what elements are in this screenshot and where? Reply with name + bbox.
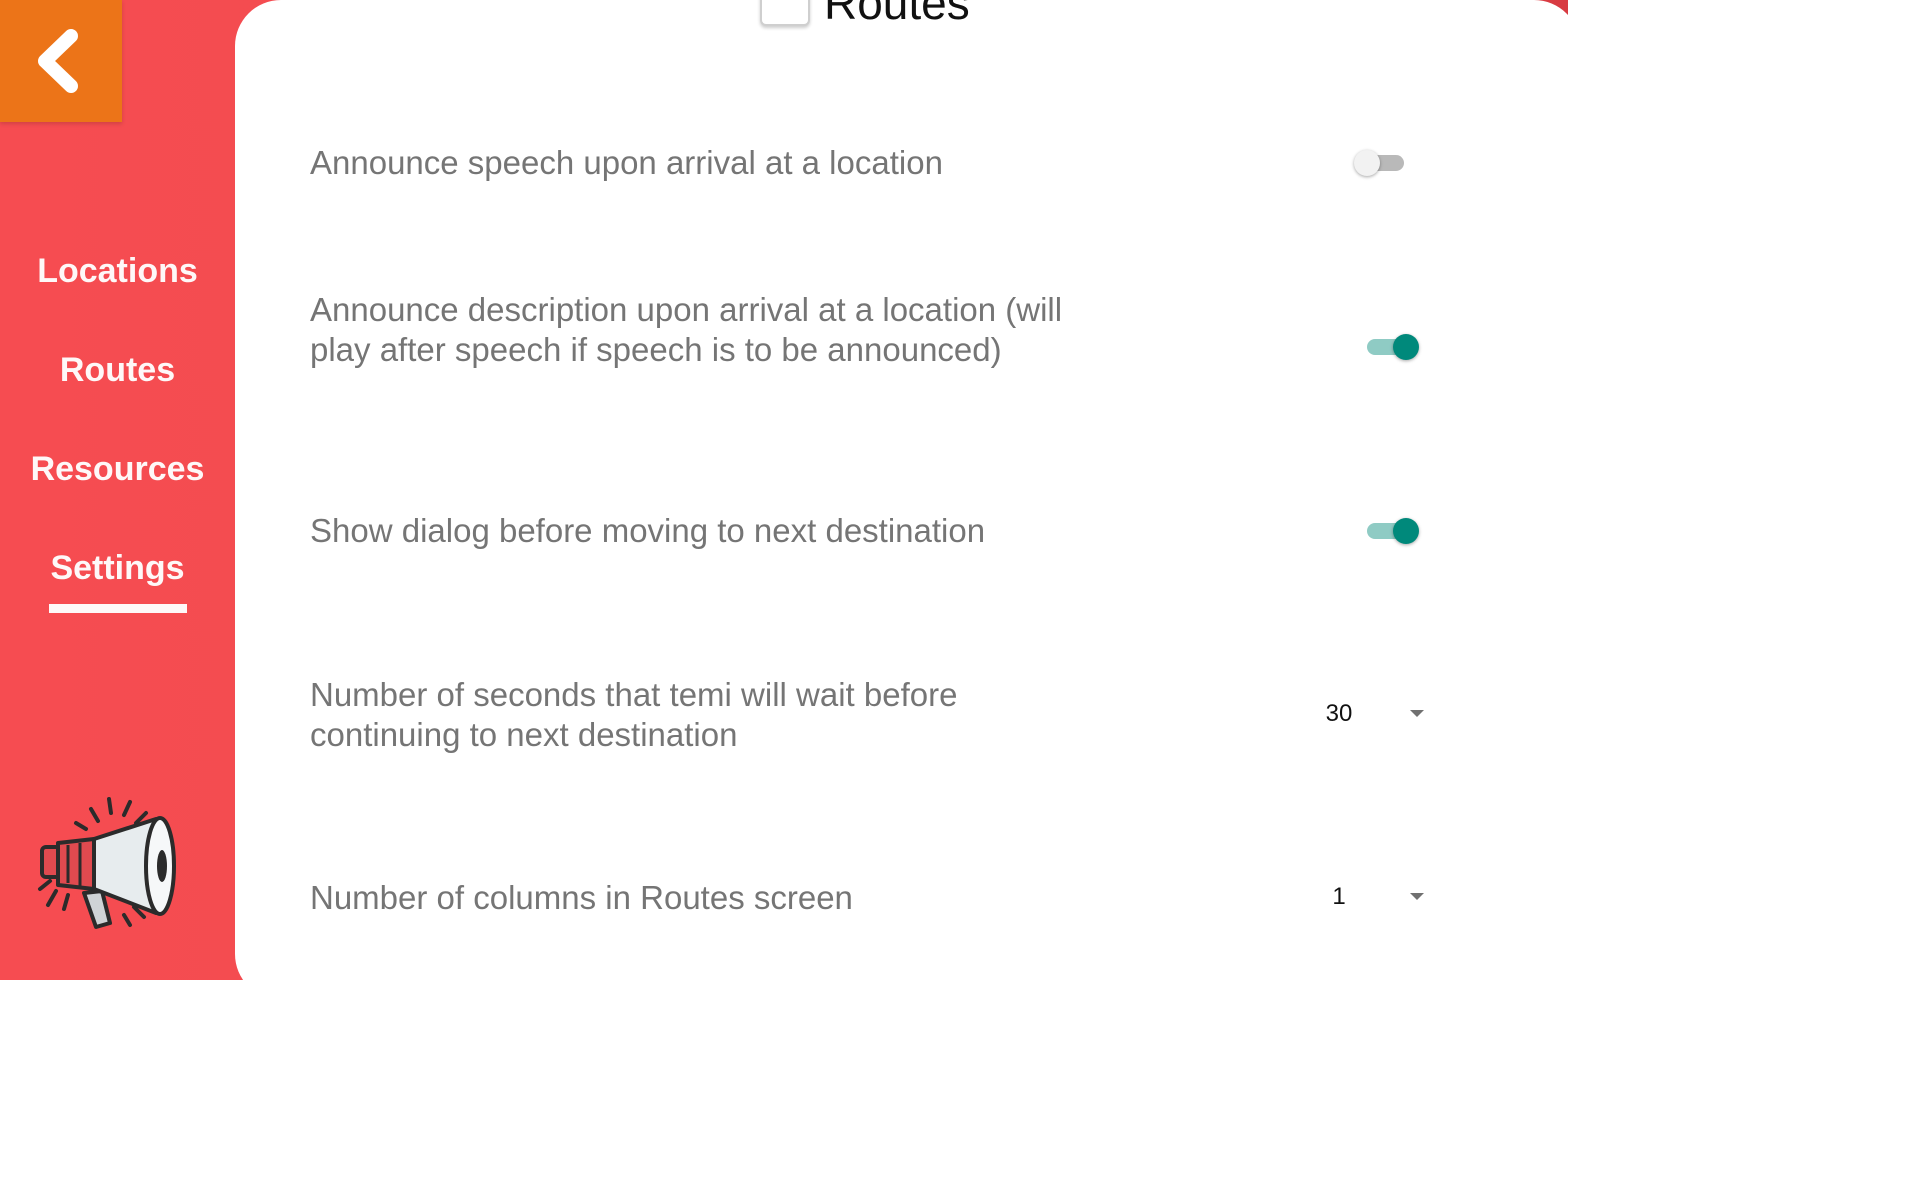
toggle-show-dialog[interactable] — [1365, 515, 1419, 545]
page-header: Routes — [760, 0, 970, 28]
back-button[interactable] — [0, 0, 122, 122]
setting-label-announce-description: Announce description upon arrival at a l… — [310, 291, 1063, 368]
setting-label-show-dialog: Show dialog before moving to next destin… — [310, 512, 986, 549]
page-title: Routes — [824, 0, 970, 29]
sidebar-item-resources[interactable]: Resources — [0, 428, 235, 527]
megaphone-icon — [38, 797, 176, 929]
sidebar-item-label: Resources — [30, 450, 205, 488]
caret-down-icon — [1410, 710, 1424, 717]
toggle-announce-description[interactable] — [1365, 331, 1419, 361]
setting-label-wait-seconds: Number of seconds that temi will wait be… — [310, 676, 958, 753]
app-root: Locations Routes Resources Settings Rout… — [0, 0, 1568, 980]
active-indicator — [48, 604, 187, 613]
toggle-announce-speech[interactable] — [1354, 147, 1408, 177]
dropdown-value: 30 — [1325, 700, 1353, 727]
caret-down-icon — [1410, 893, 1424, 900]
toggle-thumb — [1393, 334, 1419, 360]
sidebar-item-label: Routes — [59, 351, 176, 389]
sidebar-item-label: Settings — [50, 549, 185, 587]
toggle-thumb — [1354, 150, 1380, 176]
setting-label-route-columns: Number of columns in Routes screen — [310, 879, 853, 916]
wait-seconds-dropdown[interactable]: 30 — [1314, 692, 1424, 736]
chevron-left-icon — [38, 29, 78, 93]
sidebar-item-settings[interactable]: Settings — [0, 527, 235, 626]
sidebar-item-routes[interactable]: Routes — [0, 329, 235, 428]
route-columns-dropdown[interactable]: 1 — [1314, 875, 1424, 919]
toggle-thumb — [1393, 518, 1419, 544]
sidebar-item-label: Locations — [37, 252, 198, 290]
settings-panel: Routes Announce speech upon arrival at a… — [235, 0, 1568, 980]
setting-label-announce-speech: Announce speech upon arrival at a locati… — [310, 144, 943, 181]
title-checkbox[interactable] — [760, 0, 810, 26]
sidebar-nav: Locations Routes Resources Settings — [0, 230, 235, 626]
dropdown-value: 1 — [1332, 883, 1346, 910]
sidebar-item-locations[interactable]: Locations — [0, 230, 235, 329]
